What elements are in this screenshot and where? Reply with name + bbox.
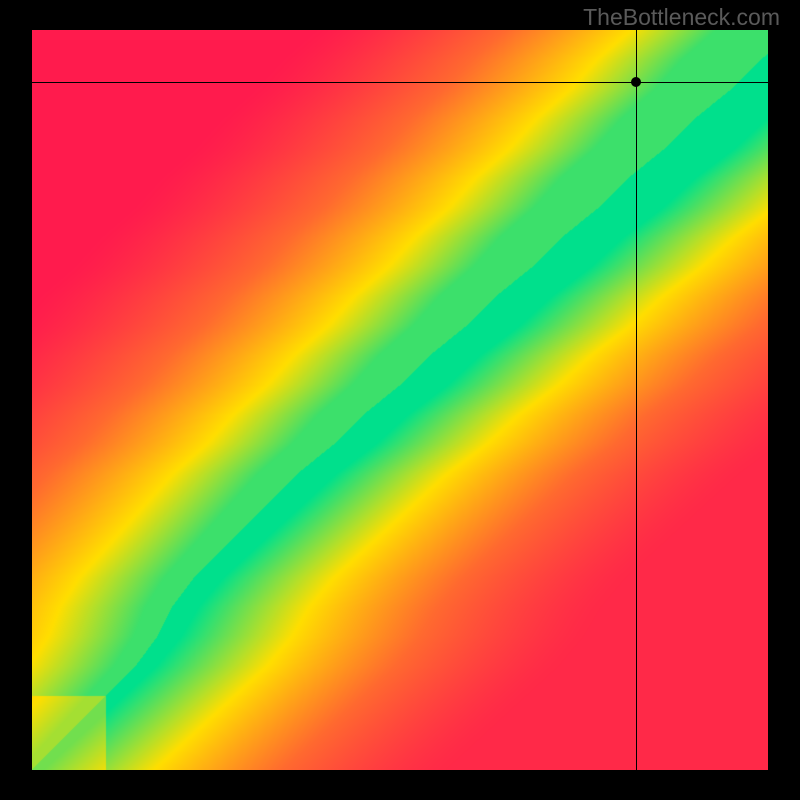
chart-container: TheBottleneck.com <box>0 0 800 800</box>
bottleneck-heatmap <box>32 30 768 770</box>
watermark-text: TheBottleneck.com <box>583 4 780 31</box>
